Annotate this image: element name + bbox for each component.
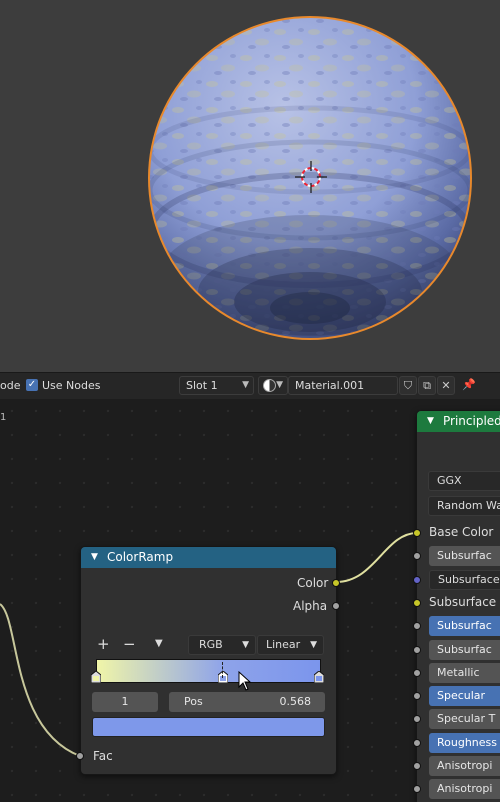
principled-input-row: Subsurface C xyxy=(429,595,500,609)
color-ramp-gradient[interactable] xyxy=(96,659,321,683)
principled-input-row[interactable]: Roughness xyxy=(429,733,500,753)
principled-input-row[interactable]: Subsurfac xyxy=(429,616,500,636)
viewport-canvas xyxy=(148,16,472,340)
fac-link xyxy=(0,603,81,757)
material-name-field[interactable]: Material.001 xyxy=(288,376,398,395)
fake-user-shield-icon[interactable]: ⛉ xyxy=(399,376,417,395)
stop-color-swatch[interactable] xyxy=(92,717,325,737)
principled-input-row[interactable]: Specular T xyxy=(429,709,500,729)
colorramp-title: ColorRamp xyxy=(107,550,174,564)
principled-title: Principled xyxy=(443,414,500,428)
principled-input-socket[interactable] xyxy=(413,715,421,723)
3d-viewport[interactable] xyxy=(0,0,500,372)
principled-input-row: Base Color xyxy=(429,525,494,539)
principled-input-socket[interactable] xyxy=(413,646,421,654)
slot-label: Slot 1 xyxy=(186,379,218,392)
distribution-dropdown[interactable]: GGX xyxy=(428,471,500,491)
input-fac-socket[interactable] xyxy=(76,752,84,760)
chevron-down-icon: ▼ xyxy=(310,640,317,650)
slot-dropdown[interactable]: Slot 1 ▼ xyxy=(179,376,254,395)
stop-index-field[interactable]: 1 xyxy=(92,692,158,712)
principled-input-socket[interactable] xyxy=(413,622,421,630)
principled-input-socket[interactable] xyxy=(413,692,421,700)
principled-input-row[interactable]: Metallic xyxy=(429,663,500,683)
principled-input-socket[interactable] xyxy=(413,669,421,677)
ramp-menu-chevron-icon[interactable]: ▼ xyxy=(155,638,163,649)
mouse-cursor-icon xyxy=(238,671,252,691)
output-color-label: Color xyxy=(297,576,329,590)
chevron-down-icon: ▼ xyxy=(242,380,249,390)
principled-input-socket[interactable] xyxy=(413,599,421,607)
sphere-object xyxy=(148,16,472,340)
use-nodes-label: Use Nodes xyxy=(42,379,101,392)
principled-input-socket[interactable] xyxy=(413,785,421,793)
output-color-socket[interactable] xyxy=(332,579,340,587)
colorramp-node-header[interactable]: ▼ ColorRamp xyxy=(81,547,336,568)
color-link xyxy=(335,532,418,583)
subsurface-method-value: Random Wa xyxy=(437,499,500,512)
subsurface-method-dropdown[interactable]: Random Wa xyxy=(428,496,500,516)
chevron-down-icon: ▼ xyxy=(242,640,249,650)
copy-icon[interactable]: ⧉ xyxy=(418,376,436,395)
mode-selector-label[interactable]: ode xyxy=(0,379,20,392)
active-stop-line xyxy=(222,662,223,678)
color-stop-handle[interactable] xyxy=(90,670,102,684)
color-mode-dropdown[interactable]: RGB ▼ xyxy=(188,635,256,655)
principled-node-header[interactable]: ▼ Principled xyxy=(417,411,500,432)
node-editor-canvas[interactable]: 1 ▼ ColorRamp Color Alpha + − ▼ RGB ▼ Li… xyxy=(0,399,500,802)
distribution-value: GGX xyxy=(437,474,462,487)
color-stop-handle[interactable] xyxy=(313,670,325,684)
principled-input-row[interactable]: Specular xyxy=(429,686,500,706)
stop-position-field[interactable]: Pos 0.568 xyxy=(169,692,325,712)
principled-input-row[interactable]: Subsurfac xyxy=(429,546,500,566)
principled-input-row[interactable]: Subsurfac xyxy=(429,640,500,660)
material-sphere-icon xyxy=(263,378,276,392)
node-editor-header: ode ✓ Use Nodes Slot 1 ▼ ▼ Material.001 … xyxy=(0,372,500,400)
remove-stop-button[interactable]: − xyxy=(123,635,136,653)
chevron-down-icon: ▼ xyxy=(276,380,283,390)
principled-input-row[interactable]: Anisotropi xyxy=(429,756,500,776)
principled-input-socket[interactable] xyxy=(413,576,421,584)
stop-index-value: 1 xyxy=(121,695,129,708)
principled-input-socket[interactable] xyxy=(413,739,421,747)
material-browse-button[interactable]: ▼ xyxy=(258,376,288,395)
close-icon[interactable]: ✕ xyxy=(437,376,455,395)
principled-input-row[interactable]: Subsurface xyxy=(429,570,500,590)
principled-input-socket[interactable] xyxy=(413,529,421,537)
principled-input-socket[interactable] xyxy=(413,552,421,560)
use-nodes-checkbox[interactable]: ✓ xyxy=(26,379,38,391)
output-alpha-socket[interactable] xyxy=(332,602,340,610)
principled-input-socket[interactable] xyxy=(413,762,421,770)
principled-input-row[interactable]: Anisotropi xyxy=(429,779,500,799)
stop-position-value: 0.568 xyxy=(279,695,312,708)
chevron-down-icon[interactable]: ▼ xyxy=(427,411,434,432)
interpolation-value: Linear xyxy=(266,638,301,651)
chevron-down-icon[interactable]: ▼ xyxy=(91,547,98,568)
add-stop-button[interactable]: + xyxy=(97,635,110,653)
material-name: Material.001 xyxy=(295,379,365,392)
output-alpha-label: Alpha xyxy=(293,599,328,613)
color-mode-value: RGB xyxy=(199,638,223,651)
input-fac-label: Fac xyxy=(93,749,113,763)
interpolation-dropdown[interactable]: Linear ▼ xyxy=(257,635,324,655)
pin-icon[interactable]: 📌 xyxy=(460,376,478,395)
stop-position-label: Pos xyxy=(184,695,203,708)
